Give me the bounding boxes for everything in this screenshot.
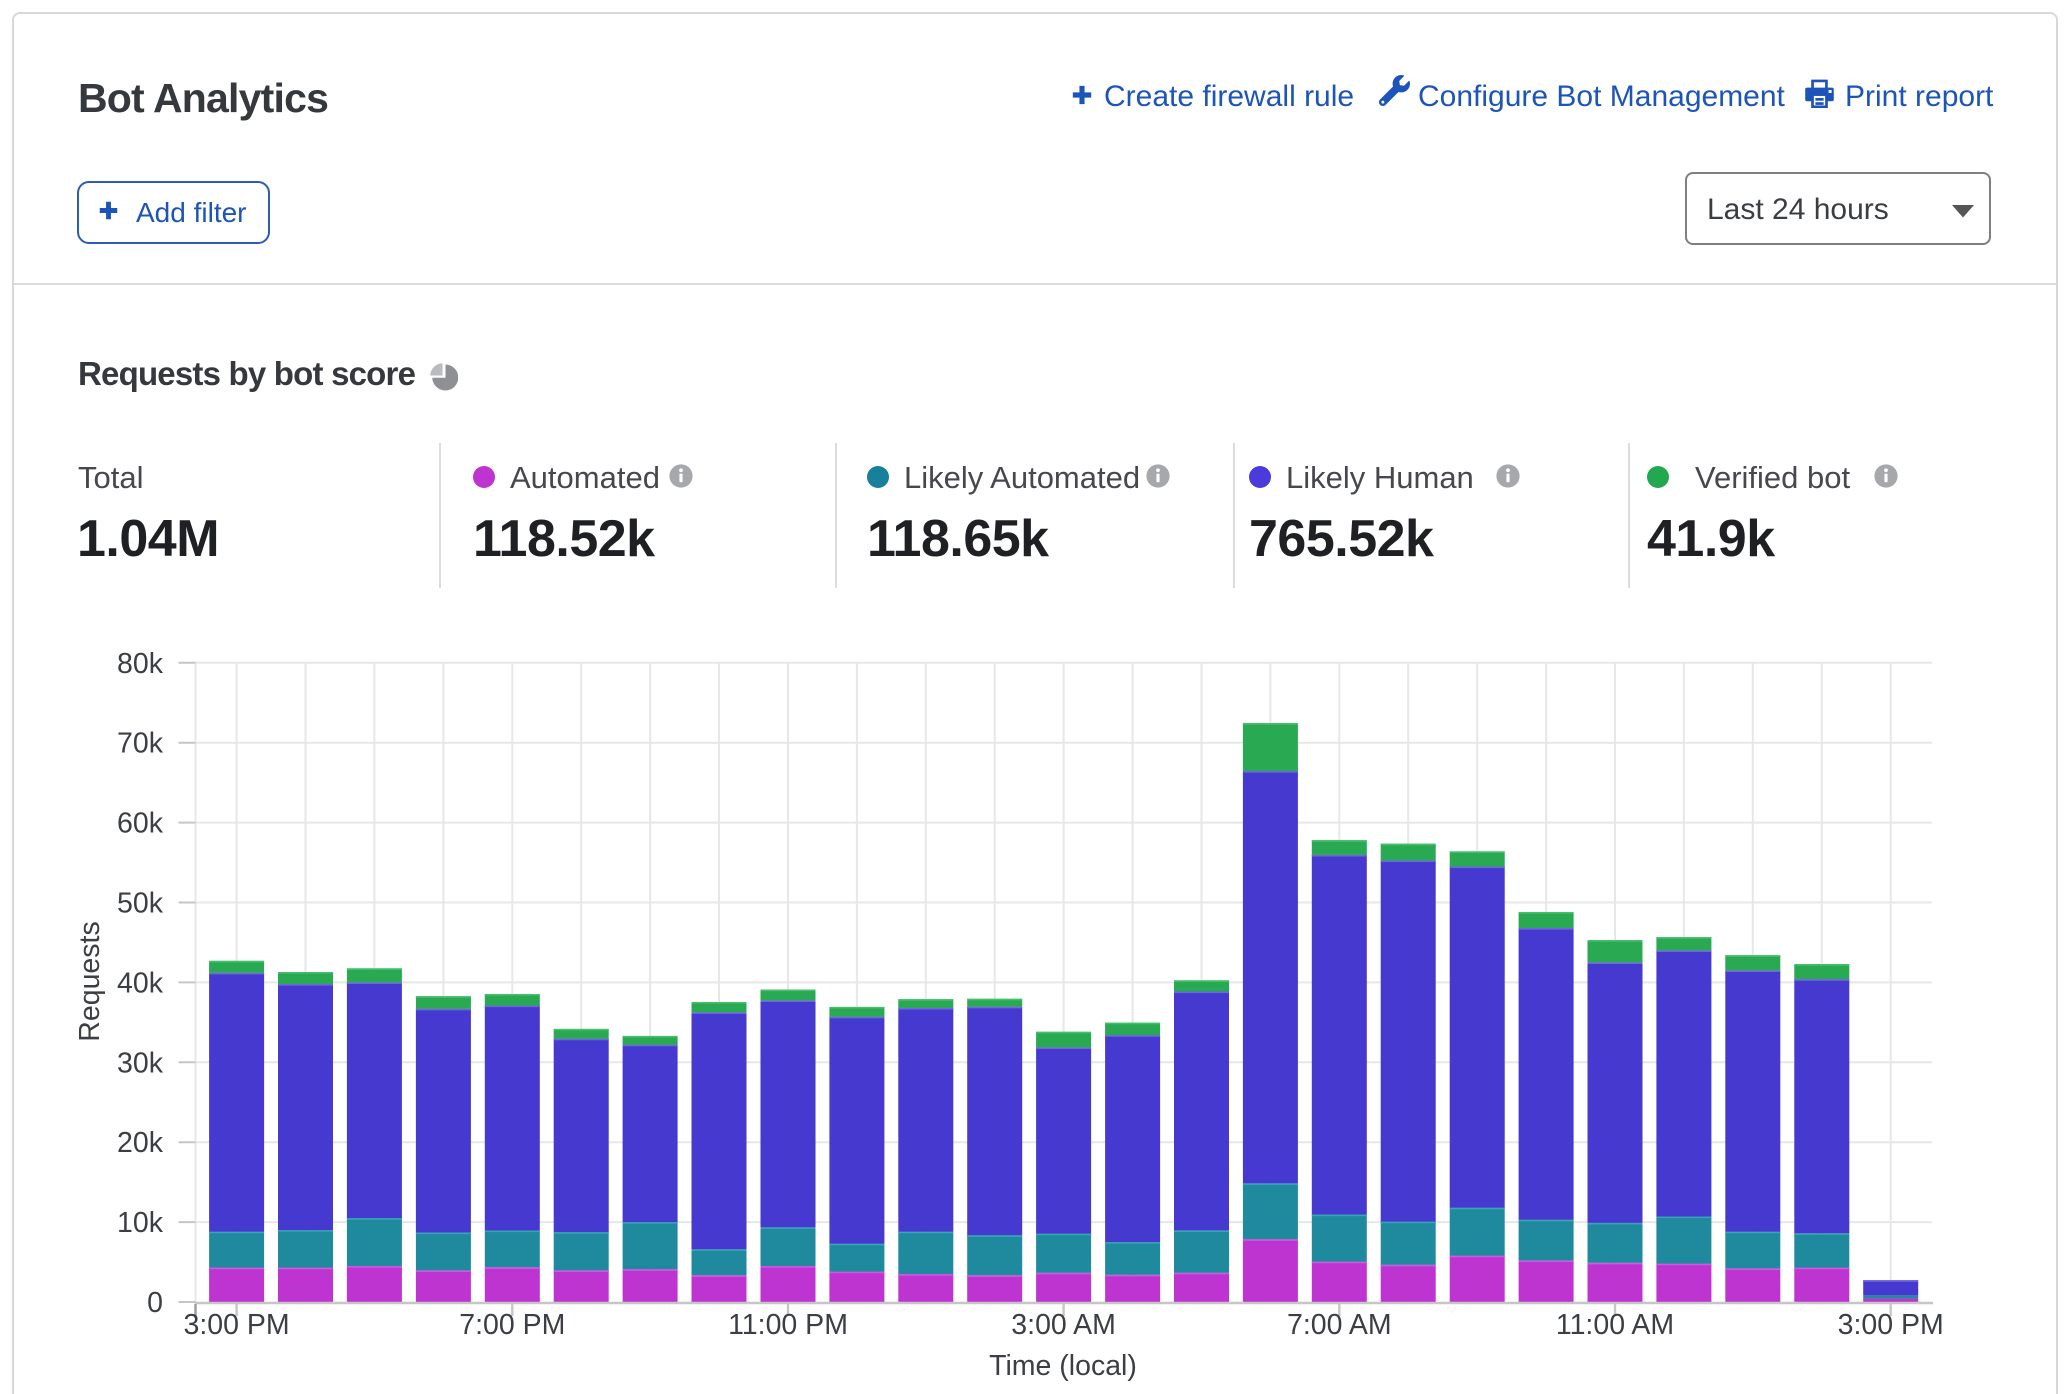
svg-text:11:00 AM: 11:00 AM <box>1556 1309 1674 1341</box>
svg-text:50k: 50k <box>117 888 164 920</box>
svg-text:30k: 30k <box>117 1047 164 1079</box>
svg-text:Time (local): Time (local) <box>989 1350 1137 1382</box>
svg-text:70k: 70k <box>117 728 164 760</box>
svg-text:80k: 80k <box>117 648 164 680</box>
svg-text:40k: 40k <box>117 967 164 999</box>
svg-text:Requests: Requests <box>74 921 106 1041</box>
svg-text:3:00 AM: 3:00 AM <box>1011 1309 1116 1341</box>
svg-text:60k: 60k <box>117 808 164 840</box>
svg-text:7:00 PM: 7:00 PM <box>459 1309 565 1341</box>
svg-text:0: 0 <box>147 1287 163 1319</box>
svg-text:20k: 20k <box>117 1127 164 1159</box>
svg-text:3:00 PM: 3:00 PM <box>184 1309 290 1341</box>
svg-text:11:00 PM: 11:00 PM <box>728 1309 848 1341</box>
svg-text:10k: 10k <box>117 1207 164 1239</box>
svg-text:7:00 AM: 7:00 AM <box>1287 1309 1392 1341</box>
svg-text:3:00 PM: 3:00 PM <box>1838 1309 1944 1341</box>
